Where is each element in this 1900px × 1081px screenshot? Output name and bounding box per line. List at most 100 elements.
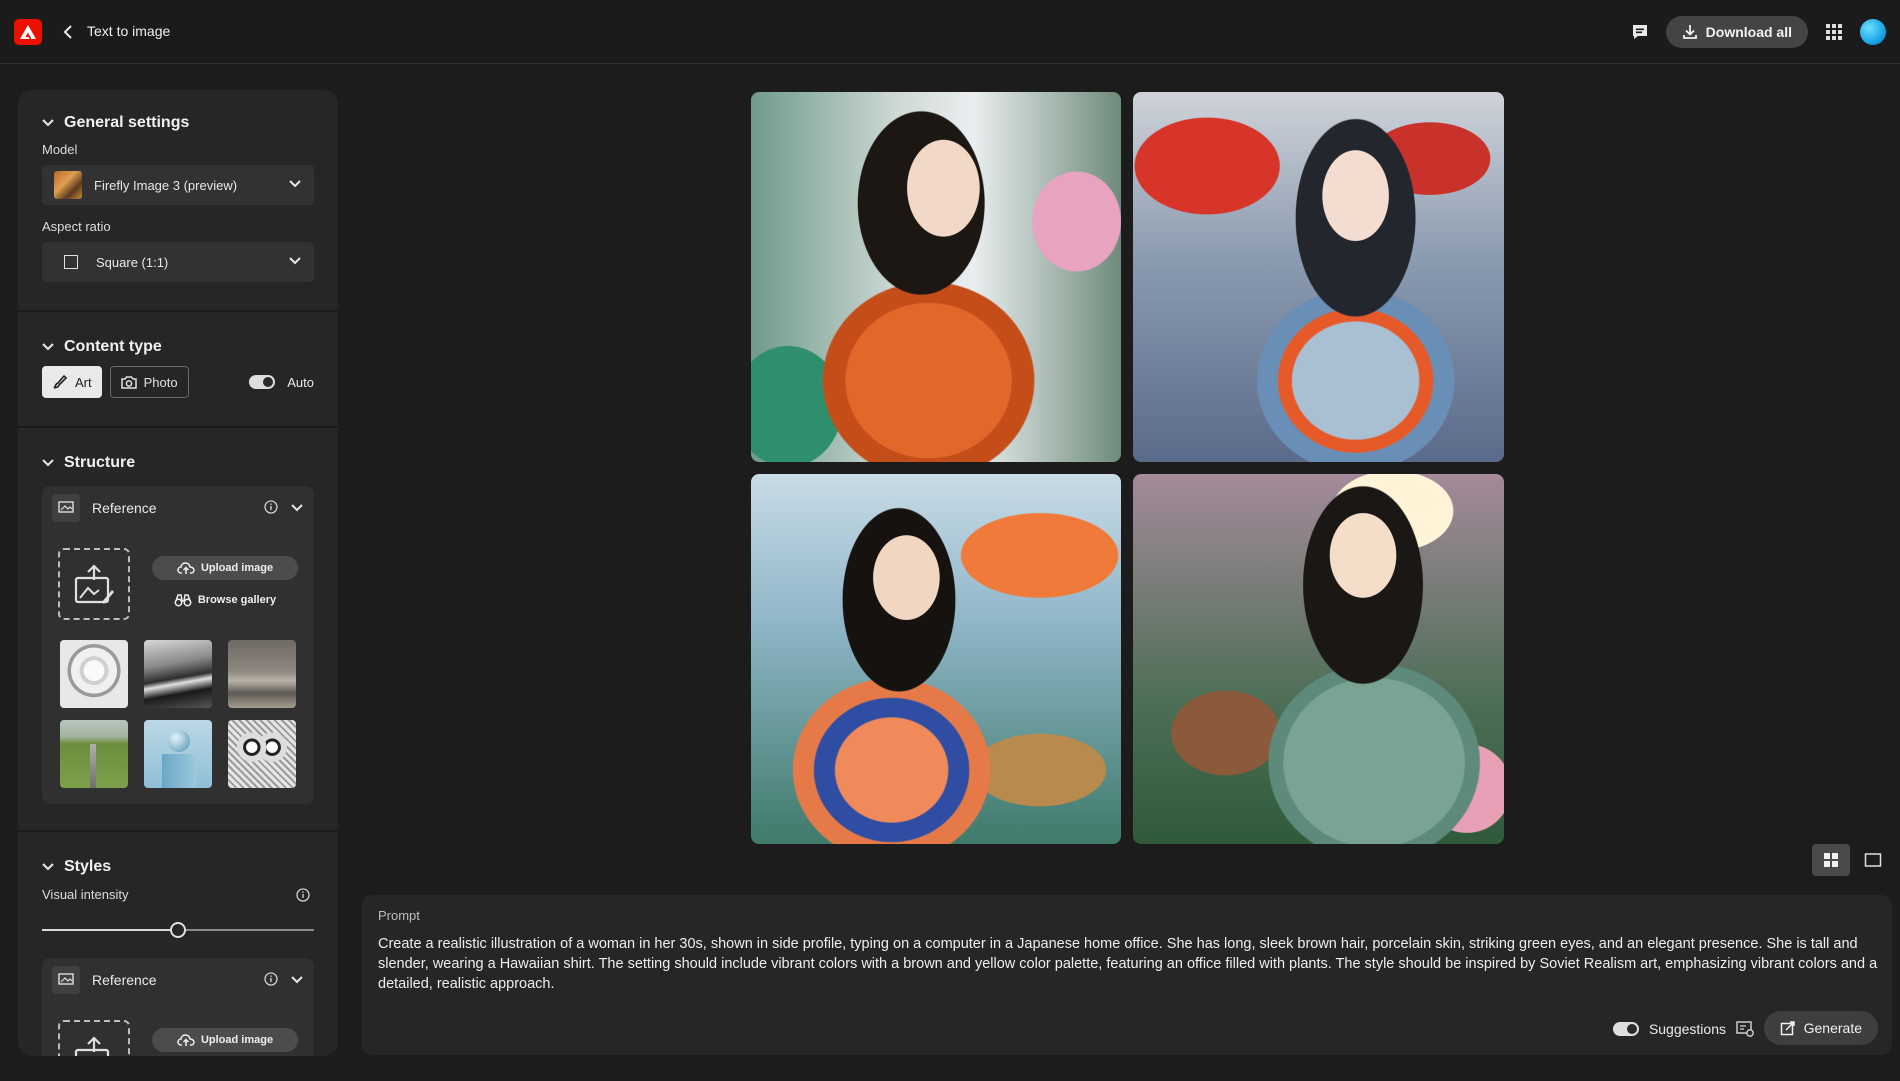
structure-thumb-living-room[interactable] [228, 640, 296, 708]
model-thumbnail [54, 171, 82, 199]
structure-thumb-sketch-bird[interactable] [60, 640, 128, 708]
suggestions-label: Suggestions [1648, 1021, 1726, 1037]
content-type-section: Content type Art Photo Auto [18, 312, 338, 426]
styles-header[interactable]: Styles [42, 858, 314, 876]
content-type-header[interactable]: Content type [42, 338, 314, 356]
upload-image-icon [74, 564, 114, 604]
top-bar: Text to image Download all [0, 0, 1900, 64]
browse-gallery-button[interactable]: Browse gallery [152, 588, 298, 612]
download-all-button[interactable]: Download all [1665, 16, 1808, 48]
structure-reference-card: Reference Upload image Browse gallery [42, 486, 314, 804]
structure-thumb-green-road[interactable] [60, 720, 128, 788]
suggestions-settings-icon[interactable] [1736, 1021, 1754, 1037]
styles-reference-label: Reference [92, 972, 157, 988]
art-label: Art [75, 374, 92, 390]
styles-title: Styles [64, 858, 112, 875]
browse-gallery-label: Browse gallery [197, 594, 277, 606]
generate-button[interactable]: Generate [1763, 1011, 1878, 1045]
content-type-options: Art Photo Auto [42, 366, 314, 398]
model-label: Model [42, 142, 78, 157]
styles-reference-card: Reference Upload image [42, 958, 314, 1056]
slider-fill [42, 929, 178, 931]
visual-intensity-label: Visual intensity [42, 887, 129, 902]
reference-image-icon [52, 494, 80, 522]
cloud-upload-icon [177, 1034, 195, 1046]
view-toggle [1812, 844, 1892, 876]
photo-button[interactable]: Photo [109, 366, 189, 398]
aspect-ratio-label: Aspect ratio [42, 219, 111, 234]
download-all-label: Download all [1705, 24, 1792, 40]
suggestions-toggle[interactable] [1612, 1022, 1639, 1036]
structure-thumb-owl-drawing[interactable] [228, 720, 296, 788]
slider-thumb[interactable] [170, 922, 186, 938]
chevron-down-icon [42, 459, 54, 467]
single-view-icon [1864, 853, 1882, 867]
brush-icon [53, 374, 68, 389]
generated-image-3[interactable] [751, 474, 1121, 844]
structure-thumb-blue-sphere[interactable] [144, 720, 212, 788]
general-settings-title: General settings [64, 114, 190, 131]
model-value: Firefly Image 3 (preview) [94, 177, 238, 193]
model-dropdown[interactable]: Firefly Image 3 (preview) [42, 165, 314, 205]
styles-upload-image-button[interactable]: Upload image [152, 1028, 298, 1052]
prompt-text[interactable]: Create a realistic illustration of a wom… [378, 934, 1878, 994]
avatar[interactable] [1860, 19, 1886, 45]
photo-label: Photo [143, 374, 178, 390]
info-icon[interactable] [264, 972, 278, 986]
general-settings-section: General settings Model Firefly Image 3 (… [18, 90, 338, 310]
top-bar-actions: Download all [1626, 14, 1886, 50]
page-title: Text to image [87, 23, 171, 39]
structure-title: Structure [64, 454, 136, 471]
aspect-ratio-dropdown[interactable]: Square (1:1) [42, 242, 314, 282]
apps-grid-icon[interactable] [1820, 18, 1848, 46]
structure-thumb-bw-landscape[interactable] [144, 640, 212, 708]
chevron-down-icon[interactable] [290, 501, 304, 515]
chevron-down-icon [289, 257, 301, 265]
structure-header[interactable]: Structure [42, 454, 314, 472]
generated-image-4[interactable] [1133, 474, 1504, 844]
general-settings-header[interactable]: General settings [42, 114, 314, 132]
art-button[interactable]: Art [42, 366, 102, 398]
adobe-logo-icon[interactable] [14, 19, 42, 45]
visual-intensity-slider[interactable] [42, 916, 314, 944]
chevron-down-icon [42, 119, 54, 127]
square-icon [64, 255, 78, 269]
structure-upload-image-label: Upload image [200, 562, 274, 574]
chevron-down-icon [42, 863, 54, 871]
prompt-box[interactable]: Prompt Create a realistic illustration o… [362, 895, 1892, 1055]
prompt-label: Prompt [378, 908, 420, 923]
download-icon [1682, 25, 1697, 39]
generate-icon [1780, 1021, 1795, 1036]
structure-reference-header[interactable]: Reference [42, 486, 314, 530]
auto-toggle[interactable] [249, 375, 276, 389]
auto-label: Auto [287, 374, 314, 390]
grid-view-button[interactable] [1812, 844, 1850, 876]
aspect-ratio-value: Square (1:1) [96, 254, 169, 270]
structure-section: Structure Reference Upload image Browse … [18, 428, 338, 830]
chevron-down-icon [42, 343, 54, 351]
chevron-down-icon[interactable] [290, 973, 304, 987]
camera-icon [120, 376, 137, 389]
suggestions-control: Suggestions [1612, 1021, 1754, 1037]
generate-label: Generate [1803, 1020, 1862, 1036]
structure-reference-label: Reference [92, 500, 157, 516]
binoculars-icon [174, 594, 192, 607]
visual-intensity-row: Visual intensity [42, 886, 314, 910]
styles-reference-header[interactable]: Reference [42, 958, 314, 1002]
grid-view-icon [1824, 853, 1838, 867]
info-icon[interactable] [264, 500, 278, 514]
cloud-upload-icon [177, 562, 195, 574]
generated-image-2[interactable] [1133, 92, 1504, 462]
reference-image-icon [52, 966, 80, 994]
structure-upload-image-button[interactable]: Upload image [152, 556, 298, 580]
info-icon[interactable] [296, 888, 310, 902]
styles-section: Styles Visual intensity Reference Upload… [18, 832, 338, 1056]
content-type-title: Content type [64, 338, 162, 355]
single-view-button[interactable] [1854, 844, 1892, 876]
styles-upload-dropzone[interactable] [58, 1020, 130, 1056]
back-chevron-icon[interactable] [60, 22, 76, 42]
structure-upload-dropzone[interactable] [58, 548, 130, 620]
comment-icon[interactable] [1626, 18, 1654, 46]
styles-upload-image-label: Upload image [200, 1034, 274, 1046]
generated-image-1[interactable] [751, 92, 1121, 462]
